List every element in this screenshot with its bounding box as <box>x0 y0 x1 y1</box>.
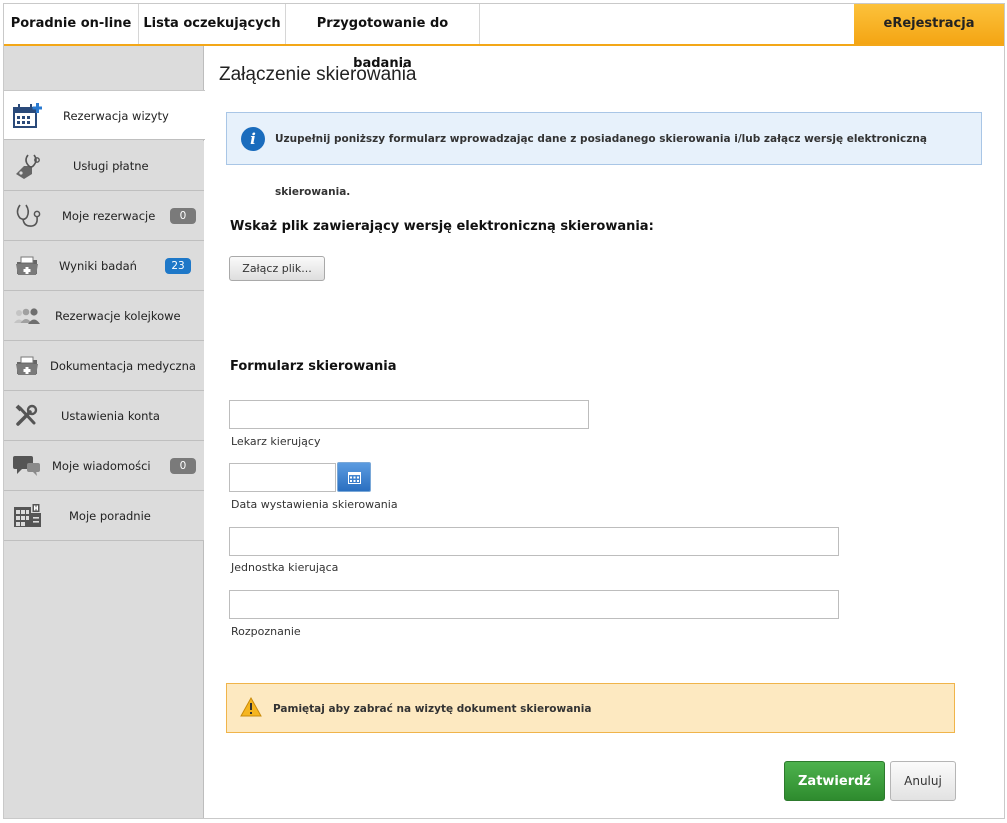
file-section-heading: Wskaż plik zawierający wersję elektronic… <box>230 219 654 234</box>
people-queue-icon <box>12 302 42 330</box>
sidebar: Rezerwacja wizyty Usługi płatne Moje rez… <box>4 46 205 818</box>
info-icon: i <box>241 127 265 151</box>
sidebar-item-dokumentacja-medyczna[interactable]: Dokumentacja medyczna <box>4 341 204 391</box>
stethoscope-icon <box>12 202 42 230</box>
tab-lista-oczekujacych[interactable]: Lista oczekujących <box>139 4 286 44</box>
sidebar-item-label: Wyniki badań <box>59 259 137 273</box>
page-title: Załączenie skierowania <box>219 64 417 85</box>
referring-doctor-input[interactable] <box>229 400 589 429</box>
sidebar-item-rezerwacja-wizyty[interactable]: Rezerwacja wizyty <box>4 90 205 140</box>
tools-icon <box>12 402 42 430</box>
medical-folder-icon <box>12 352 42 380</box>
calendar-plus-icon <box>12 102 43 130</box>
sidebar-item-moje-rezerwacje[interactable]: Moje rezerwacje 0 <box>4 191 204 241</box>
referring-unit-input[interactable] <box>229 527 839 556</box>
app-window: Poradnie on-line Lista oczekujących Przy… <box>3 3 1005 819</box>
diagnosis-input[interactable] <box>229 590 839 619</box>
reservations-count-badge: 0 <box>170 208 196 224</box>
sidebar-item-label: Moje poradnie <box>69 509 151 523</box>
attach-file-button[interactable]: Załącz plik... <box>229 256 325 281</box>
warning-message: Pamiętaj aby zabrać na wizytę dokument s… <box>226 683 955 733</box>
calendar-icon <box>348 472 361 484</box>
medical-folder-icon <box>12 252 42 280</box>
top-navigation: Poradnie on-line Lista oczekujących Przy… <box>4 4 1004 71</box>
calendar-picker-button[interactable] <box>337 462 371 492</box>
form-heading: Formularz skierowania <box>230 359 397 374</box>
main-content: Załączenie skierowania i Uzupełnij poniż… <box>204 46 1004 818</box>
chat-bubbles-icon <box>12 452 42 480</box>
sidebar-item-rezerwacje-kolejkowe[interactable]: Rezerwacje kolejkowe <box>4 291 204 341</box>
info-message: i Uzupełnij poniższy formularz wprowadza… <box>226 112 982 198</box>
warning-icon <box>240 696 262 721</box>
sidebar-item-wyniki-badan[interactable]: Wyniki badań 23 <box>4 241 204 291</box>
issue-date-label: Data wystawienia skierowania <box>231 498 398 511</box>
cancel-button[interactable]: Anuluj <box>890 761 956 801</box>
sidebar-item-moje-wiadomosci[interactable]: Moje wiadomości 0 <box>4 441 204 491</box>
submit-button[interactable]: Zatwierdź <box>784 761 885 801</box>
sidebar-item-uslugi-platne[interactable]: Usługi płatne <box>4 141 204 191</box>
issue-date-input[interactable] <box>229 463 336 492</box>
referring-unit-label: Jednostka kierująca <box>231 561 339 574</box>
diagnosis-label: Rozpoznanie <box>231 625 301 638</box>
tab-przygotowanie-do-badania[interactable]: Przygotowanie do badania <box>286 4 480 71</box>
sidebar-item-label: Moje wiadomości <box>52 459 151 473</box>
sidebar-item-moje-poradnie[interactable]: Moje poradnie <box>4 491 204 541</box>
sidebar-item-label: Rezerwacje kolejkowe <box>55 309 181 323</box>
results-count-badge: 23 <box>165 258 191 274</box>
sidebar-item-label: Moje rezerwacje <box>62 209 156 223</box>
referring-doctor-label: Lekarz kierujący <box>231 435 321 448</box>
sidebar-item-label: Usługi płatne <box>73 159 149 173</box>
tab-poradnie-online[interactable]: Poradnie on-line <box>4 4 139 44</box>
sidebar-item-label: Rezerwacja wizyty <box>63 109 169 123</box>
sidebar-item-ustawienia-konta[interactable]: Ustawienia konta <box>4 391 204 441</box>
tab-erejestracja[interactable]: eRejestracja <box>854 4 1004 44</box>
sidebar-item-label: Dokumentacja medyczna <box>50 359 196 373</box>
info-text: Uzupełnij poniższy formularz wprowadzają… <box>275 133 927 198</box>
stethoscope-tag-icon <box>12 152 42 180</box>
warning-text: Pamiętaj aby zabrać na wizytę dokument s… <box>273 703 592 715</box>
messages-count-badge: 0 <box>170 458 196 474</box>
sidebar-item-label: Ustawienia konta <box>61 409 160 423</box>
building-icon <box>12 502 42 530</box>
